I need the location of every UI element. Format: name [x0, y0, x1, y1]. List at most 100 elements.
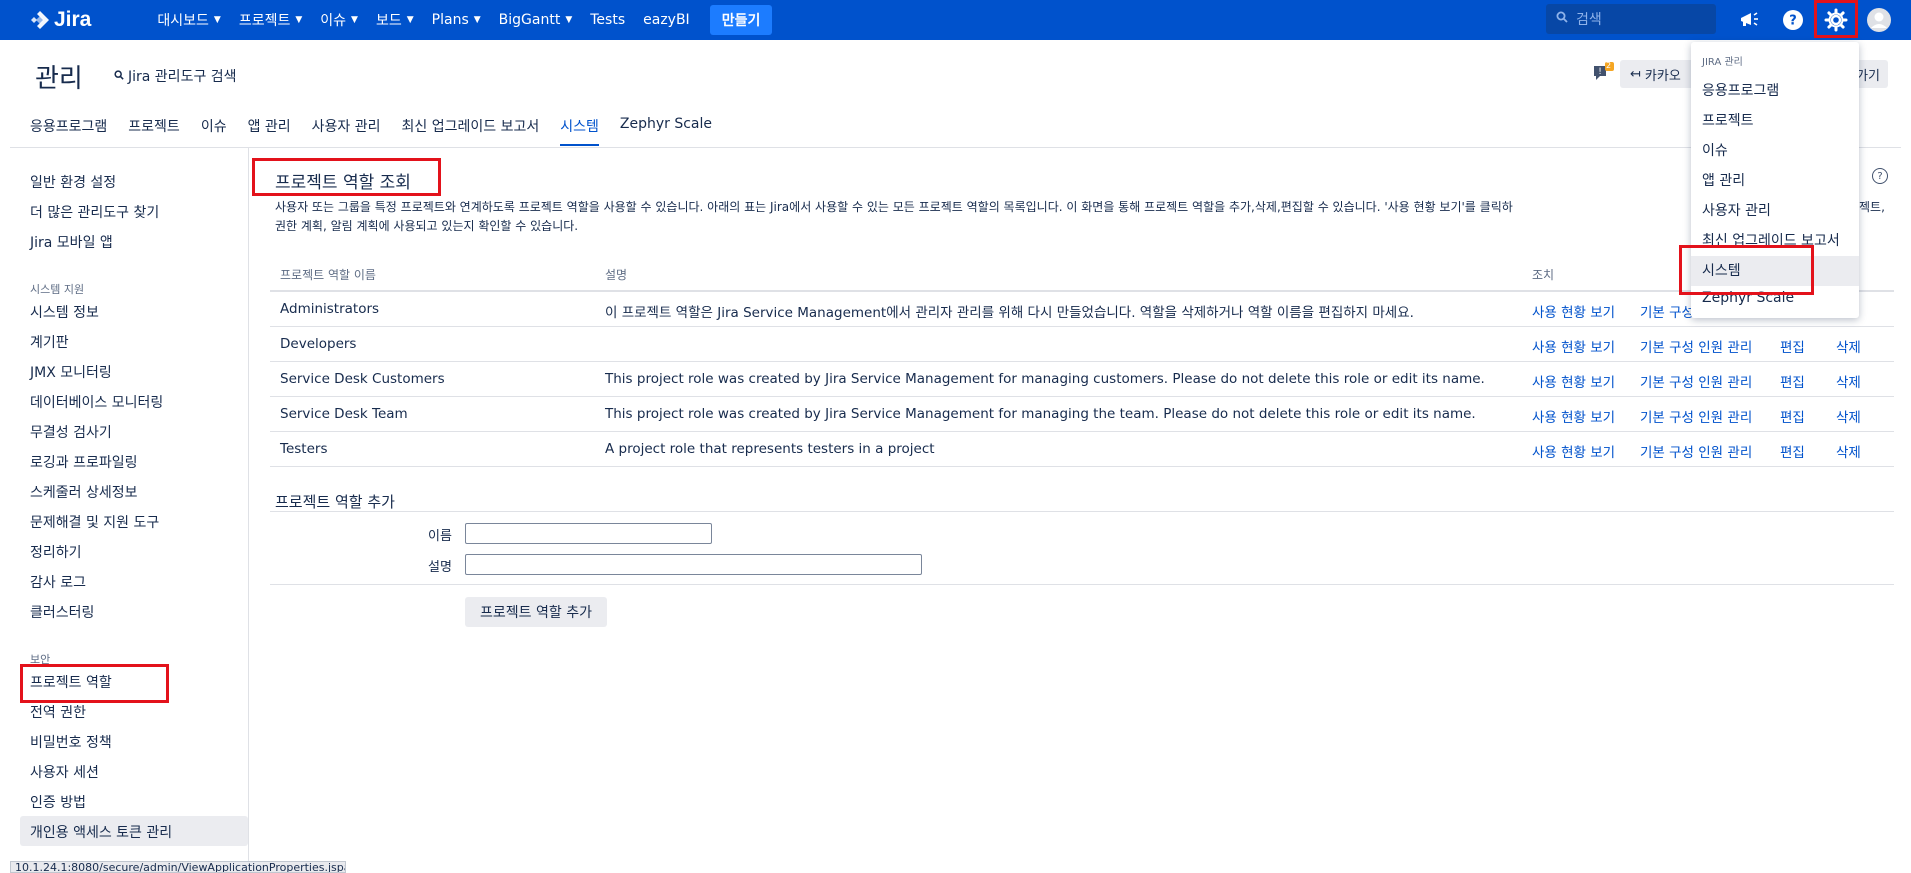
sidebar-item-audit-log[interactable]: 감사 로그	[30, 572, 86, 592]
sidebar-item-clustering[interactable]: 클러스터링	[30, 602, 94, 622]
default-members-link[interactable]: 기본 구성	[1640, 301, 1694, 321]
role-name: Developers	[280, 336, 357, 352]
add-project-role-button[interactable]: 프로젝트 역할 추가	[465, 597, 607, 627]
delete-link[interactable]: 삭제	[1836, 441, 1861, 461]
tab-zephyr-scale[interactable]: Zephyr Scale	[620, 116, 712, 146]
dropdown-item-issues[interactable]: 이슈	[1702, 140, 1728, 160]
nav-dashboards[interactable]: 대시보드 ▼	[157, 10, 220, 30]
default-members-link[interactable]: 기본 구성 인원 관리	[1640, 441, 1752, 461]
jira-logo-icon	[31, 11, 49, 29]
default-members-link[interactable]: 기본 구성 인원 관리	[1640, 371, 1752, 391]
help-icon[interactable]: ?	[1779, 6, 1807, 34]
delete-link[interactable]: 삭제	[1836, 336, 1861, 356]
table-row: Service Desk Customers This project role…	[270, 362, 1894, 397]
dropdown-item-user-management[interactable]: 사용자 관리	[1702, 200, 1771, 220]
gear-icon[interactable]	[1822, 6, 1850, 34]
content-title: 프로젝트 역할 조회	[275, 173, 411, 193]
nav-plans[interactable]: Plans ▼	[432, 12, 481, 28]
admin-search-link[interactable]: Jira 관리도구 검색	[114, 66, 237, 86]
megaphone-icon[interactable]	[1735, 6, 1763, 34]
page-title: 관리	[35, 64, 83, 94]
edit-link[interactable]: 편집	[1780, 406, 1805, 426]
sidebar-item-global-permissions[interactable]: 전역 권한	[30, 702, 86, 722]
view-usage-link[interactable]: 사용 현황 보기	[1532, 441, 1615, 461]
dropdown-item-system[interactable]: 시스템	[1702, 260, 1741, 280]
dropdown-item-applications[interactable]: 응용프로그램	[1702, 80, 1779, 100]
edit-link[interactable]: 편집	[1780, 441, 1805, 461]
sidebar-item-instrumentation[interactable]: 계기판	[30, 332, 69, 352]
search-input[interactable]: 검색	[1546, 4, 1716, 34]
nav-eazybi[interactable]: eazyBI	[643, 12, 690, 28]
top-navigation: Jira 대시보드 ▼ 프로젝트 ▼ 이슈 ▼ 보드 ▼ Plans ▼ BigGantt…	[0, 0, 1911, 40]
sidebar-item-mobile-app[interactable]: Jira 모바일 앱	[30, 232, 113, 252]
sidebar-item-password-policy[interactable]: 비밀번호 정책	[30, 732, 112, 752]
view-usage-link[interactable]: 사용 현황 보기	[1532, 301, 1615, 321]
tab-issues[interactable]: 이슈	[201, 116, 227, 146]
tab-upgrade-report[interactable]: 최신 업그레이드 보고서	[402, 116, 540, 146]
avatar[interactable]	[1865, 6, 1893, 34]
sidebar-item-find-more-admin[interactable]: 더 많은 관리도구 찾기	[30, 202, 159, 222]
table-row: Developers 사용 현황 보기 기본 구성 인원 관리 편집 삭제	[270, 327, 1894, 362]
sidebar-item-jmx-monitoring[interactable]: JMX 모니터링	[30, 362, 112, 382]
sidebar-item-project-roles[interactable]: 프로젝트 역할	[30, 672, 112, 692]
nav-label: 보드	[375, 13, 402, 29]
sidebar-item-authentication-methods[interactable]: 인증 방법	[30, 792, 86, 812]
help-icon[interactable]: ?	[1872, 168, 1888, 184]
view-usage-link[interactable]: 사용 현황 보기	[1532, 406, 1615, 426]
description-line-1: 사용자 또는 그룹을 특정 프로젝트와 연계하도록 프로젝트 역할을 사용할 수…	[275, 198, 1895, 217]
view-usage-link[interactable]: 사용 현황 보기	[1532, 371, 1615, 391]
delete-link[interactable]: 삭제	[1836, 406, 1861, 426]
default-members-link[interactable]: 기본 구성 인원 관리	[1640, 406, 1752, 426]
nav-label: 대시보드	[157, 13, 209, 29]
nav-boards[interactable]: 보드 ▼	[376, 10, 414, 30]
edit-link[interactable]: 편집	[1780, 336, 1805, 356]
sidebar-item-user-sessions[interactable]: 사용자 세션	[30, 762, 99, 782]
sidebar-item-general-config[interactable]: 일반 환경 설정	[30, 172, 116, 192]
tab-applications[interactable]: 응용프로그램	[30, 116, 107, 146]
admin-search-label: Jira 관리도구 검색	[128, 69, 237, 85]
back-label: 가기	[1856, 68, 1880, 84]
dropdown-item-zephyr-scale[interactable]: Zephyr Scale	[1702, 290, 1794, 306]
chevron-down-icon: ▼	[295, 15, 303, 25]
dropdown-item-upgrade-report[interactable]: 최신 업그레이드 보고서	[1702, 230, 1840, 250]
feedback-icon[interactable]: ! 2	[1592, 61, 1614, 86]
sidebar-item-troubleshooting[interactable]: 문제해결 및 지원 도구	[30, 512, 159, 532]
sidebar-item-system-info[interactable]: 시스템 정보	[30, 302, 99, 322]
tab-user-management[interactable]: 사용자 관리	[312, 116, 381, 146]
nav-biggantt[interactable]: BigGantt ▼	[499, 12, 573, 28]
role-description: This project role was created by Jira Se…	[605, 406, 1476, 422]
sidebar-item-cleanup[interactable]: 정리하기	[30, 542, 82, 562]
header-actions: 조치	[1532, 268, 1555, 282]
nav-issues[interactable]: 이슈 ▼	[320, 10, 358, 30]
kakao-label: 카카오	[1644, 68, 1681, 84]
role-name-input[interactable]	[465, 523, 712, 544]
jira-logo[interactable]: Jira	[30, 8, 91, 32]
sidebar-item-personal-access-tokens[interactable]: 개인용 액세스 토큰 관리	[30, 822, 172, 842]
admin-dropdown-menu: JIRA 관리 응용프로그램 프로젝트 이슈 앱 관리 사용자 관리 최신 업그…	[1691, 42, 1859, 318]
tab-system[interactable]: 시스템	[560, 116, 599, 146]
tab-projects[interactable]: 프로젝트	[128, 116, 180, 146]
delete-link[interactable]: 삭제	[1836, 371, 1861, 391]
dropdown-item-projects[interactable]: 프로젝트	[1702, 110, 1754, 130]
create-button[interactable]: 만들기	[709, 5, 773, 35]
role-description-input[interactable]	[465, 554, 922, 575]
sidebar-item-integrity-checker[interactable]: 무결성 검사기	[30, 422, 112, 442]
default-members-link[interactable]: 기본 구성 인원 관리	[1640, 336, 1752, 356]
view-usage-link[interactable]: 사용 현황 보기	[1532, 336, 1615, 356]
table-row: Testers A project role that represents t…	[270, 432, 1894, 467]
tab-apps[interactable]: 앱 관리	[248, 116, 291, 146]
nav-projects[interactable]: 프로젝트 ▼	[239, 10, 302, 30]
sidebar-item-database-monitoring[interactable]: 데이터베이스 모니터링	[30, 392, 163, 412]
role-description: This project role was created by Jira Se…	[605, 371, 1485, 387]
sidebar-item-scheduler-details[interactable]: 스케줄러 상세정보	[30, 482, 138, 502]
tabs-divider	[10, 147, 1901, 148]
description-tail: 젝트,	[1859, 200, 1885, 214]
description-line-2: 권한 계획, 알림 계획에 사용되고 있는지 확인할 수 있습니다.	[275, 219, 579, 233]
nav-tests[interactable]: Tests	[590, 12, 625, 28]
sidebar-item-logging-profiling[interactable]: 로깅과 프로파일링	[30, 452, 138, 472]
name-label: 이름	[428, 529, 452, 544]
kakao-button[interactable]: ↤ 카카오	[1620, 60, 1698, 88]
dropdown-item-apps[interactable]: 앱 관리	[1702, 170, 1745, 190]
chevron-down-icon: ▼	[351, 15, 358, 25]
edit-link[interactable]: 편집	[1780, 371, 1805, 391]
